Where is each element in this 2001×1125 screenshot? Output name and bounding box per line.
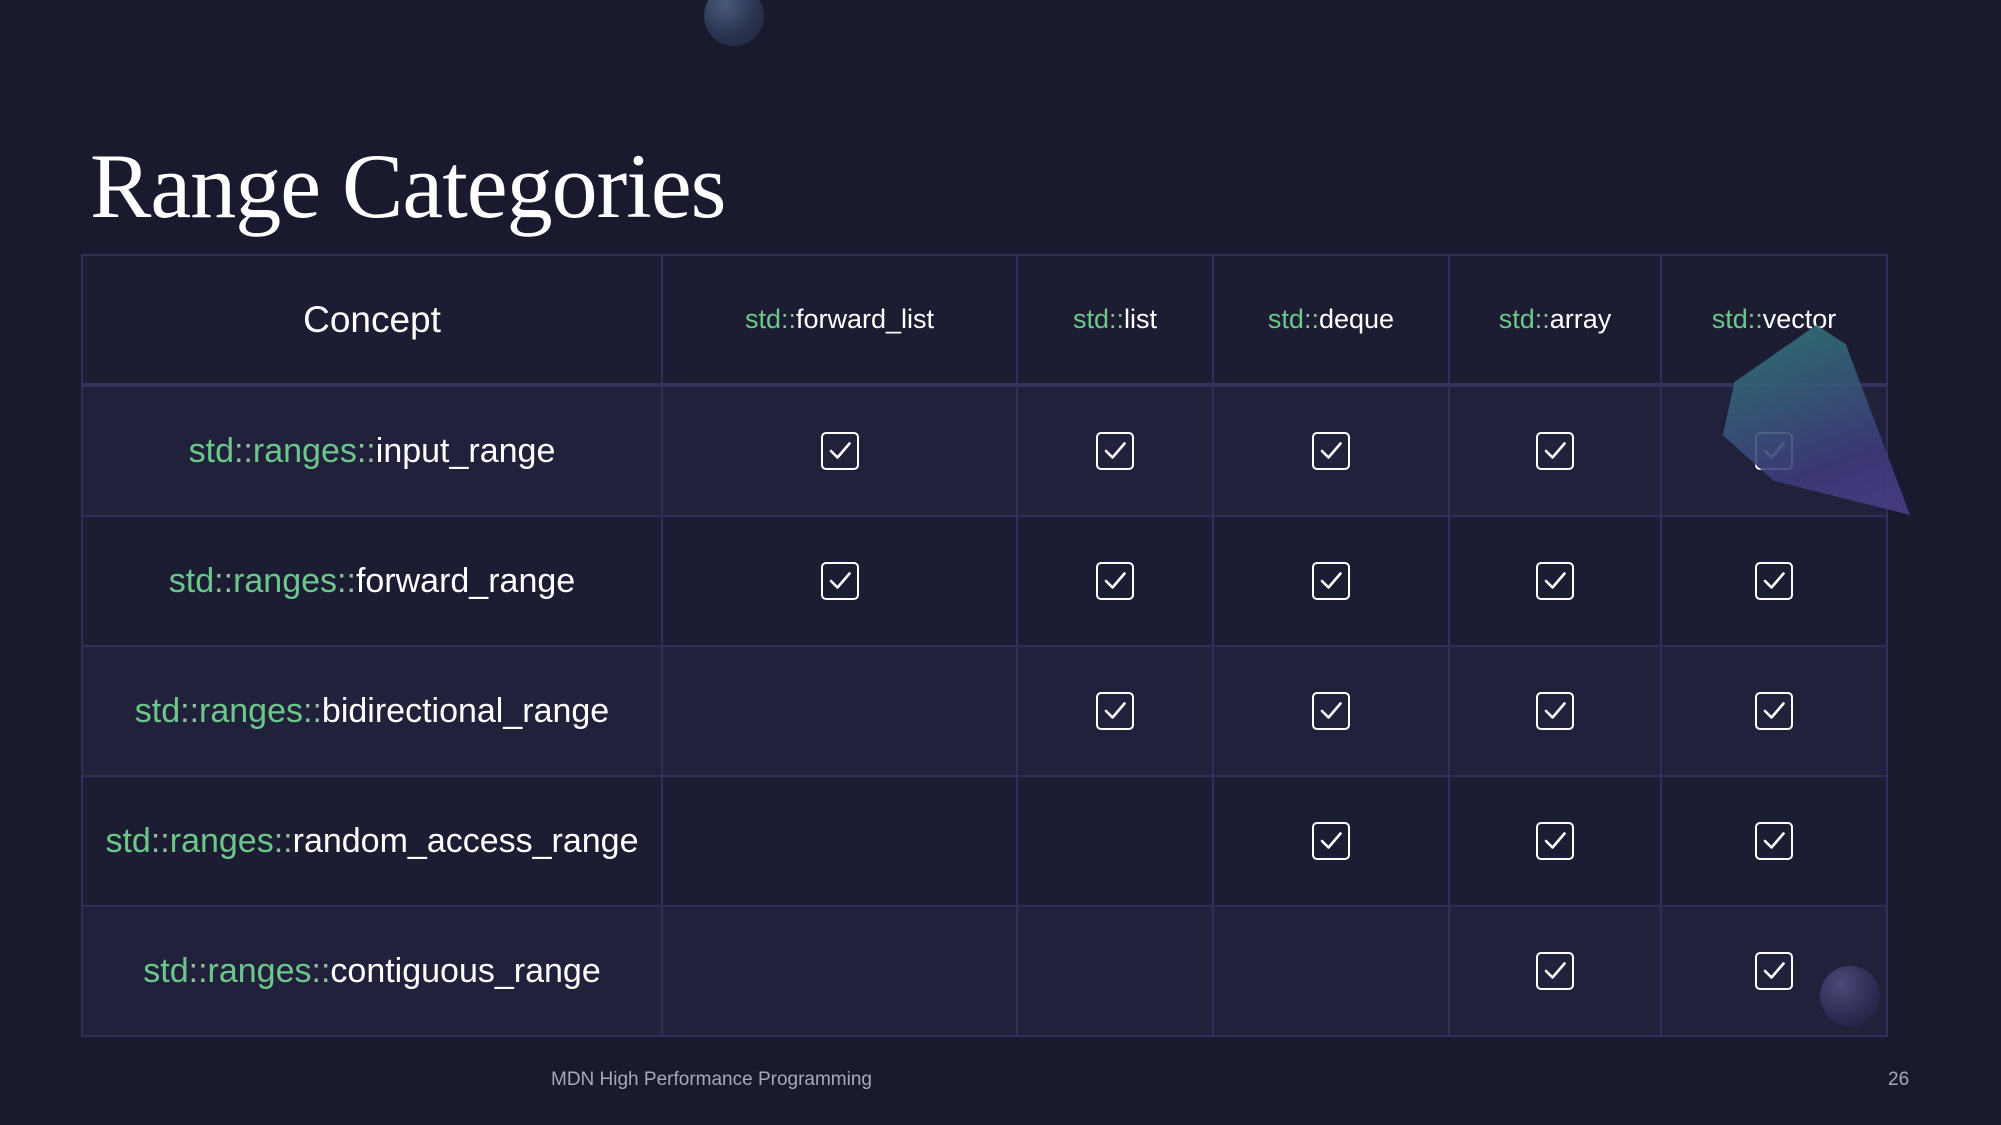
footer-text: MDN High Performance Programming [551, 1069, 872, 1090]
table-cell [1212, 645, 1450, 777]
checkbox-checked-icon [1755, 952, 1793, 990]
checkbox-checked-icon [1096, 562, 1134, 600]
concept-forward-range: std::ranges::forward_range [81, 515, 663, 647]
table-row-bidirectional-range: std::ranges::bidirectional_range [81, 645, 1888, 777]
table-cell [661, 905, 1018, 1037]
concept-bidirectional-range: std::ranges::bidirectional_range [81, 645, 663, 777]
table-cell [1016, 775, 1214, 907]
column-header-list: std::list [1016, 254, 1214, 387]
column-header-deque: std::deque [1212, 254, 1450, 387]
table-cell [661, 515, 1018, 647]
table-row-input-range: std::ranges::input_range [81, 384, 1888, 517]
slide: Range Categories Concept std::forward_li… [0, 0, 2001, 1125]
table-row-forward-range: std::ranges::forward_range [81, 515, 1888, 647]
table-cell [1660, 775, 1888, 907]
table-cell [1660, 515, 1888, 647]
table-cell [1660, 645, 1888, 777]
table-cell [1016, 515, 1214, 647]
checkbox-checked-icon [1536, 822, 1574, 860]
checkbox-checked-icon [1096, 432, 1134, 470]
decorative-orb-top [704, 0, 764, 46]
checkbox-checked-icon [1312, 562, 1350, 600]
page-number: 26 [1888, 1069, 1910, 1090]
checkbox-checked-icon [1536, 952, 1574, 990]
decorative-orb-bottom [1820, 966, 1880, 1026]
checkbox-checked-icon [1096, 692, 1134, 730]
checkbox-checked-icon [1755, 822, 1793, 860]
table-header-row: Concept std::forward_list std::list std:… [81, 254, 1888, 387]
checkbox-checked-icon [1536, 692, 1574, 730]
table-cell [661, 384, 1018, 517]
checkbox-checked-icon [1755, 562, 1793, 600]
table-cell [1448, 384, 1662, 517]
table-cell [1212, 905, 1450, 1037]
table-cell [1448, 775, 1662, 907]
table-cell [1016, 384, 1214, 517]
concept-column-header: Concept [81, 254, 663, 387]
table-row-contiguous-range: std::ranges::contiguous_range [81, 905, 1888, 1037]
table-row-random-access-range: std::ranges::random_access_range [81, 775, 1888, 907]
table-cell [1016, 905, 1214, 1037]
checkbox-checked-icon [820, 562, 859, 600]
concept-random-access-range: std::ranges::random_access_range [81, 775, 663, 907]
range-categories-table: Concept std::forward_list std::list std:… [81, 254, 1888, 1037]
table-cell [1448, 905, 1662, 1037]
table-cell [661, 775, 1018, 907]
column-header-forward-list: std::forward_list [661, 254, 1018, 387]
checkbox-checked-icon [1536, 432, 1574, 470]
table-cell [1212, 775, 1450, 907]
checkbox-checked-icon [1755, 692, 1793, 730]
table-cell [1448, 515, 1662, 647]
checkbox-checked-icon [1312, 432, 1350, 470]
column-header-array: std::array [1448, 254, 1662, 387]
checkbox-checked-icon [820, 432, 859, 470]
table-cell [661, 645, 1018, 777]
table-cell [1016, 645, 1214, 777]
slide-title: Range Categories [90, 134, 726, 237]
table-cell [1212, 384, 1450, 517]
checkbox-checked-icon [1536, 562, 1574, 600]
table-cell [1212, 515, 1450, 647]
table-cell [1448, 645, 1662, 777]
checkbox-checked-icon [1312, 822, 1350, 860]
checkbox-checked-icon [1312, 692, 1350, 730]
concept-contiguous-range: std::ranges::contiguous_range [81, 905, 663, 1037]
concept-input-range: std::ranges::input_range [81, 384, 663, 517]
